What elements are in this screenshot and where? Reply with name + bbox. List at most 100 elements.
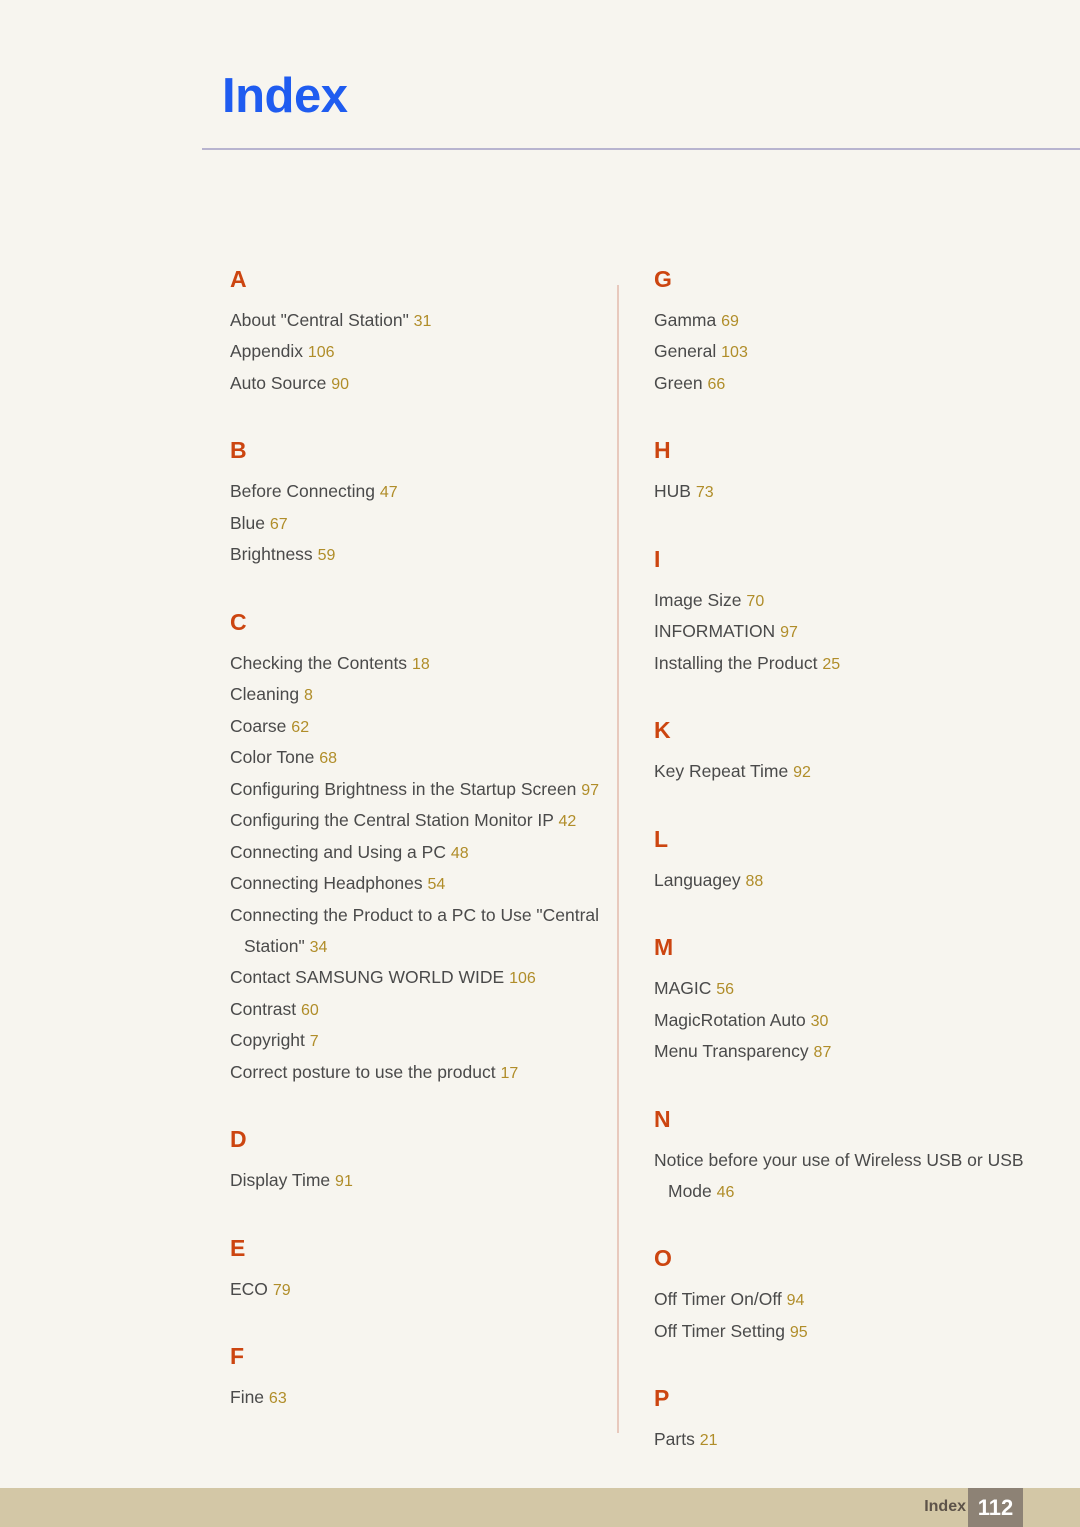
page-header: Index <box>0 0 1080 150</box>
index-entry-text: Color Tone <box>230 747 315 768</box>
index-entry[interactable]: Menu Transparency 87 <box>654 1036 1024 1067</box>
index-entry-text: Auto Source <box>230 372 327 393</box>
index-entry-text: Blue <box>230 512 266 533</box>
index-entry[interactable]: Blue 67 <box>230 508 600 539</box>
index-entry-text: Parts <box>654 1429 695 1450</box>
footer-section-label: Index <box>924 1498 966 1515</box>
column-divider <box>617 285 619 1433</box>
section-letter: F <box>230 1342 245 1369</box>
section-letter: M <box>654 934 674 961</box>
index-entry[interactable]: Contrast 60 <box>230 994 600 1025</box>
index-entry-text: Correct posture to use the product <box>230 1061 496 1082</box>
index-entry[interactable]: Configuring Brightness in the Startup Sc… <box>230 774 600 805</box>
index-section-l: L Languagey 88 <box>654 827 1024 896</box>
index-entry-text: General <box>654 341 717 362</box>
index-entry-page: 69 <box>721 313 739 330</box>
index-entry[interactable]: Green 66 <box>654 368 1024 399</box>
index-entry-text: Cleaning <box>230 684 300 705</box>
index-entry[interactable]: Before Connecting 47 <box>230 476 600 507</box>
index-entry-text: Fine <box>230 1386 265 1407</box>
index-entry[interactable]: MAGIC 56 <box>654 973 1024 1004</box>
index-entry-text: Notice before your use of Wireless USB o… <box>654 1149 1024 1201</box>
index-entry-text: Connecting and Using a PC <box>230 841 446 862</box>
index-entry-page: 73 <box>695 484 714 502</box>
index-entry-page: 79 <box>272 1281 291 1299</box>
index-entry-page: 48 <box>450 844 469 862</box>
index-entry[interactable]: INFORMATION 97 <box>654 616 1024 647</box>
index-entry[interactable]: About "Central Station" 31 <box>230 305 600 336</box>
index-entry[interactable]: Connecting and Using a PC 48 <box>230 837 600 868</box>
index-entry-page: 87 <box>813 1044 832 1062</box>
index-entry[interactable]: Fine 63 <box>230 1382 600 1413</box>
index-entry-text: MAGIC <box>654 978 712 999</box>
index-entry-text: Connecting Headphones <box>230 873 423 894</box>
index-entry[interactable]: Copyright 7 <box>230 1025 600 1056</box>
index-entry[interactable]: ECO 79 <box>230 1274 600 1305</box>
index-entry-page: 97 <box>581 781 599 799</box>
index-entry-text: Installing the Product <box>654 652 818 673</box>
index-content: A About "Central Station" 31 Appendix 106 A… <box>0 266 1080 1450</box>
index-entry-page: 94 <box>786 1292 805 1310</box>
index-entry-page: 95 <box>789 1323 808 1341</box>
section-letter: N <box>654 1105 671 1132</box>
index-entry-text: ECO <box>230 1278 268 1299</box>
index-entry-text: Menu Transparency <box>654 1041 809 1062</box>
section-letter: D <box>230 1126 247 1153</box>
index-entry-page: 46 <box>716 1183 735 1201</box>
index-entry[interactable]: Gamma 69 <box>654 305 1024 336</box>
index-entry-text: Gamma <box>654 310 717 330</box>
index-entry-text: Copyright <box>230 1030 305 1051</box>
index-entry[interactable]: Installing the Product 25 <box>654 648 1024 679</box>
index-column-right: G Gamma 69 General 103 Green 66 H HUB 73 I Imag… <box>654 268 1024 1456</box>
index-entry-page: 59 <box>317 547 336 565</box>
index-entry[interactable]: Connecting Headphones 54 <box>230 868 600 899</box>
index-entry[interactable]: Color Tone 68 <box>230 742 600 773</box>
index-entry-page: 106 <box>307 344 335 362</box>
index-entry[interactable]: Image Size 70 <box>654 585 1024 616</box>
index-entry[interactable]: General 103 <box>654 336 1024 367</box>
index-entry[interactable]: Connecting the Product to a PC to Use "C… <box>230 900 600 963</box>
index-entry[interactable]: MagicRotation Auto 30 <box>654 1005 1024 1036</box>
index-entry-page: 56 <box>716 981 735 999</box>
index-entry[interactable]: Display Time 91 <box>230 1165 600 1196</box>
index-entry[interactable]: Brightness 59 <box>230 539 600 570</box>
index-entry[interactable]: Cleaning 8 <box>230 679 600 710</box>
index-entry-text: Contrast <box>230 998 297 1019</box>
index-entry-page: 67 <box>269 515 288 533</box>
index-entry-page: 21 <box>699 1432 718 1450</box>
index-entry[interactable]: Appendix 106 <box>230 336 600 367</box>
index-entry-page: 97 <box>780 624 798 642</box>
index-entry[interactable]: Off Timer On/Off 94 <box>654 1284 1024 1315</box>
page-footer: Index 112 <box>0 1488 1080 1527</box>
index-section-c: C Checking the Contents 18 Cleaning 8 Coars… <box>230 608 600 1088</box>
section-letter: O <box>654 1245 672 1272</box>
index-entry-page: 88 <box>745 872 764 890</box>
index-entry-page: 47 <box>379 484 398 502</box>
index-entry[interactable]: Notice before your use of Wireless USB o… <box>654 1145 1024 1208</box>
index-entry[interactable]: Configuring the Central Station Monitor … <box>230 805 600 836</box>
index-entry-page: 90 <box>331 375 349 393</box>
section-letter: A <box>230 266 247 292</box>
index-entry[interactable]: Key Repeat Time 92 <box>654 756 1024 787</box>
index-entry[interactable]: HUB 73 <box>654 476 1024 507</box>
index-entry[interactable]: Off Timer Setting 95 <box>654 1316 1024 1347</box>
section-letter: I <box>654 545 661 572</box>
index-entry-text: Display Time <box>230 1170 331 1191</box>
index-entry[interactable]: Languagey 88 <box>654 865 1024 896</box>
index-entry-text: Brightness <box>230 544 313 565</box>
index-entry[interactable]: Coarse 62 <box>230 711 600 742</box>
page-number: 112 <box>977 1495 1014 1520</box>
index-entry[interactable]: Correct posture to use the product 17 <box>230 1057 600 1088</box>
index-entry-page: 18 <box>411 655 430 673</box>
index-section-k: K Key Repeat Time 92 <box>654 719 1024 787</box>
section-letter: G <box>654 266 672 292</box>
index-entry[interactable]: Parts 21 <box>654 1424 1024 1455</box>
index-entry-text: MagicRotation Auto <box>654 1009 806 1030</box>
index-entry-text: Coarse <box>230 715 287 736</box>
section-letter: C <box>230 608 247 635</box>
index-section-p: P Parts 21 <box>654 1387 1024 1455</box>
index-entry[interactable]: Checking the Contents 18 <box>230 648 600 679</box>
index-entry[interactable]: Auto Source 90 <box>230 368 600 399</box>
section-letter: E <box>230 1234 246 1261</box>
index-entry[interactable]: Contact SAMSUNG WORLD WIDE 106 <box>230 962 600 993</box>
